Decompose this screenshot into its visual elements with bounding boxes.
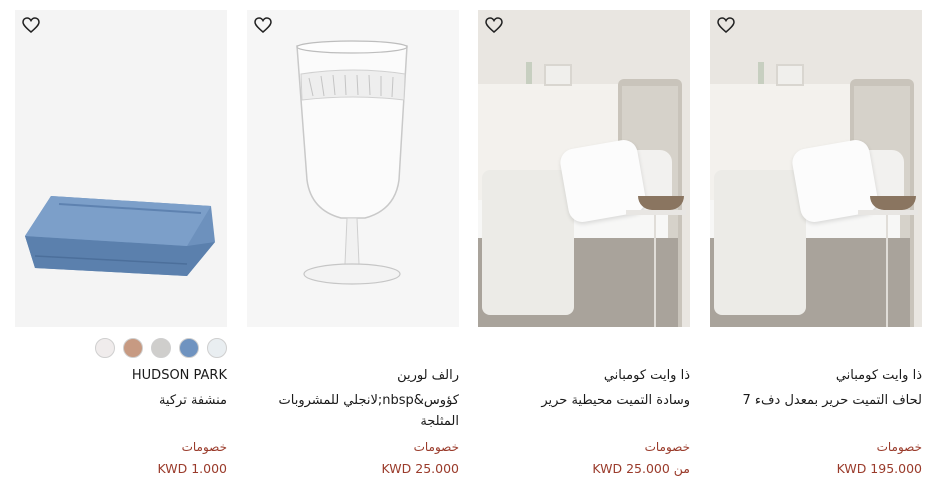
product-price: KWD 25.000 [381, 461, 459, 476]
discount-label: خصومات [644, 440, 690, 454]
product-price: من KWD 25.000 [592, 461, 690, 476]
heart-icon[interactable] [717, 17, 735, 33]
color-swatch[interactable] [179, 338, 199, 358]
product-card-pillow[interactable]: ذا وايت كومباني وسادة التميت محيطية حرير… [478, 10, 690, 480]
product-price: KWD 195.000 [836, 461, 922, 476]
heart-icon[interactable] [22, 17, 40, 33]
product-image-pillow[interactable] [478, 10, 690, 327]
color-swatch[interactable] [207, 338, 227, 358]
heart-icon[interactable] [485, 17, 503, 33]
product-name[interactable]: وسادة التميت محيطية حرير [478, 390, 690, 411]
product-card-duvet[interactable]: ذا وايت كومباني لحاف التميت حرير بمعدل د… [710, 10, 922, 480]
product-brand: ذا وايت كومباني [835, 368, 922, 383]
product-name[interactable]: لحاف التميت حرير بمعدل دفء 7 [710, 390, 922, 411]
discount-label: خصومات [413, 440, 459, 454]
heart-icon[interactable] [254, 17, 272, 33]
color-swatch[interactable] [151, 338, 171, 358]
color-swatch[interactable] [123, 338, 143, 358]
discount-label: خصومات [876, 440, 922, 454]
product-name[interactable]: منشفة تركية [15, 390, 227, 411]
towel-illustration [15, 10, 227, 327]
product-card-glass[interactable]: رالف لورين كؤوس&nbsp;لانجلي للمشروبات ال… [247, 10, 459, 480]
product-brand: رالف لورين [397, 368, 459, 383]
glass-illustration [247, 10, 459, 327]
product-brand: HUDSON PARK [131, 368, 227, 383]
product-image-glass[interactable] [247, 10, 459, 327]
product-brand: ذا وايت كومباني [603, 368, 690, 383]
product-image-duvet[interactable] [710, 10, 922, 327]
product-image-towel[interactable] [15, 10, 227, 327]
color-swatches [95, 338, 227, 358]
product-price: KWD 1.000 [157, 461, 228, 476]
discount-label: خصومات [181, 440, 227, 454]
color-swatch[interactable] [95, 338, 115, 358]
product-card-towel[interactable]: HUDSON PARK منشفة تركية خصومات KWD 1.000 [15, 10, 227, 480]
product-name[interactable]: كؤوس&nbsp;لانجلي للمشروبات المثلجة [247, 390, 459, 432]
